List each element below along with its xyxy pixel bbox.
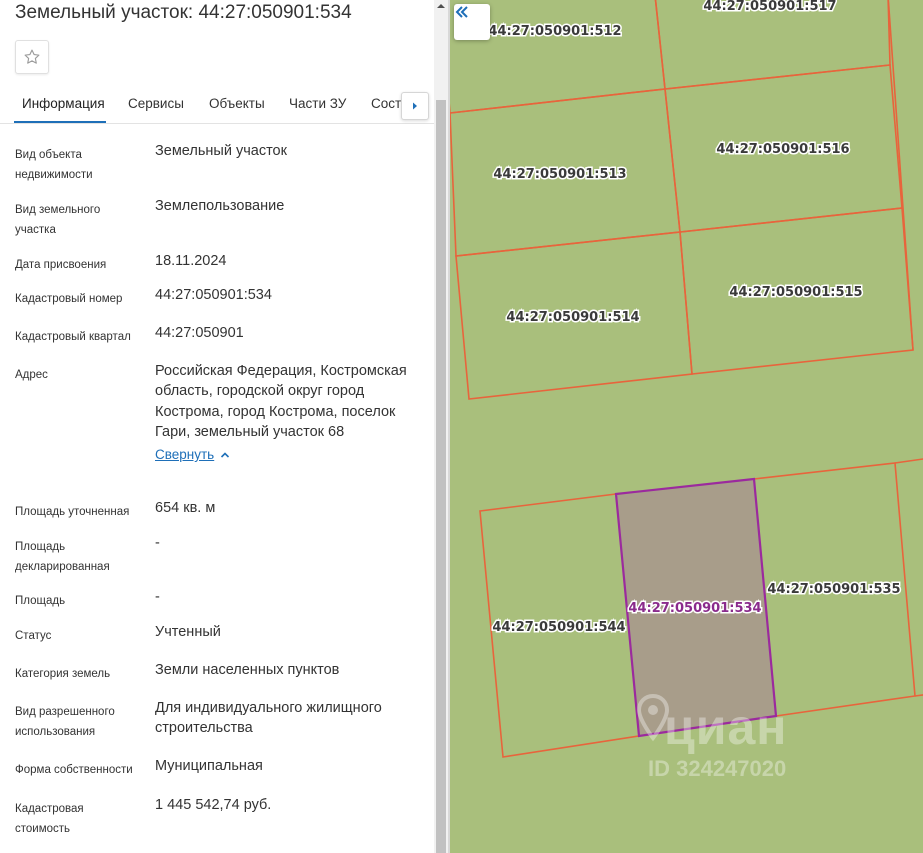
chevron-right-icon <box>413 102 417 110</box>
parcel-label-516: 44:27:050901:516 <box>716 142 849 157</box>
detail-value: 1 445 542,74 руб. <box>155 797 272 813</box>
tab-services[interactable]: Сервисы <box>128 96 184 111</box>
detail-label: Категория земель <box>15 668 111 680</box>
detail-label: Кадастровый номер <box>15 293 123 305</box>
panel-scrollbar[interactable] <box>434 0 448 853</box>
collapse-panel-button[interactable] <box>454 4 490 40</box>
detail-value: Учтенный <box>155 624 221 640</box>
parcel-border-top-right <box>894 458 923 464</box>
detail-label: Площадь декларированная <box>15 541 110 573</box>
favorite-button[interactable] <box>15 40 49 74</box>
tabs-bar: Информация Сервисы Объекты Части ЗУ Сост… <box>0 84 434 124</box>
detail-value-address: Российская Федерация, Костромская област… <box>155 361 425 465</box>
double-chevron-left-icon <box>455 6 468 18</box>
detail-label: Площадь уточненная <box>15 506 130 518</box>
detail-value: 44:27:050901 <box>155 325 244 341</box>
detail-value: Муниципальная <box>155 758 263 774</box>
detail-label: Вид объекта недвижимости <box>15 149 93 181</box>
parcel-border-east <box>887 0 914 351</box>
detail-label: Форма собственности <box>15 764 133 776</box>
tab-parcel-parts[interactable]: Части ЗУ <box>289 96 346 111</box>
detail-value: - <box>155 535 160 551</box>
parcel-label-534: 44:27:050901:534 <box>628 601 761 616</box>
detail-value: Земельный участок <box>155 143 287 159</box>
detail-label: Кадастровый квартал <box>15 331 131 343</box>
detail-value: Для индивидуального жилищного строительс… <box>155 700 382 737</box>
watermark-brand: циан <box>664 699 788 755</box>
scroll-up-arrow-icon[interactable] <box>437 2 445 10</box>
parcel-label-515: 44:27:050901:515 <box>729 285 862 300</box>
address-text: Российская Федерация, Костромская област… <box>155 363 407 440</box>
parcel-label-514: 44:27:050901:514 <box>506 310 639 325</box>
detail-label: Вид земельного участка <box>15 204 101 236</box>
collapse-address-link[interactable]: Свернуть <box>155 445 230 465</box>
parcel-label-535: 44:27:050901:535 <box>767 582 900 597</box>
detail-label: Адрес <box>15 369 48 381</box>
detail-value: 44:27:050901:534 <box>155 287 272 303</box>
detail-value: 18.11.2024 <box>155 253 227 269</box>
detail-value: - <box>155 589 160 605</box>
detail-label: Статус <box>15 630 52 642</box>
watermark-id: ID 324247020 <box>648 756 787 781</box>
info-panel: Земельный участок: 44:27:050901:534 Инфо… <box>0 0 434 853</box>
tab-objects[interactable]: Объекты <box>209 96 265 111</box>
parcel-label-512: 44:27:050901:512 <box>488 24 621 39</box>
detail-value: Земли населенных пунктов <box>155 662 340 678</box>
detail-value: Землепользование <box>155 198 285 214</box>
active-tab-indicator <box>14 121 106 123</box>
parcel-border-bottom-right <box>914 694 923 697</box>
collapse-link-label: Свернуть <box>155 447 215 463</box>
page-title: Земельный участок: 44:27:050901:534 <box>15 2 352 23</box>
parcel-label-517: 44:27:050901:517 <box>703 0 836 14</box>
detail-value: 654 кв. м <box>155 500 216 516</box>
tab-information[interactable]: Информация <box>22 96 105 111</box>
tabs-next-button[interactable] <box>401 92 429 120</box>
detail-label: Кадастровая стоимость <box>15 803 84 835</box>
detail-label: Вид разрешенного использования <box>15 706 115 738</box>
scrollbar-thumb[interactable] <box>436 100 446 853</box>
cadastral-map[interactable]: 44:27:050901:512 44:27:050901:517 44:27:… <box>450 0 923 853</box>
parcel-label-513: 44:27:050901:513 <box>493 167 626 182</box>
chevron-up-icon <box>221 452 230 458</box>
cian-watermark: циан ID 324247020 <box>628 690 888 790</box>
detail-label: Дата присвоения <box>15 259 107 271</box>
detail-label: Площадь <box>15 595 66 607</box>
parcel-label-544: 44:27:050901:544 <box>492 620 625 635</box>
star-icon <box>24 49 40 64</box>
